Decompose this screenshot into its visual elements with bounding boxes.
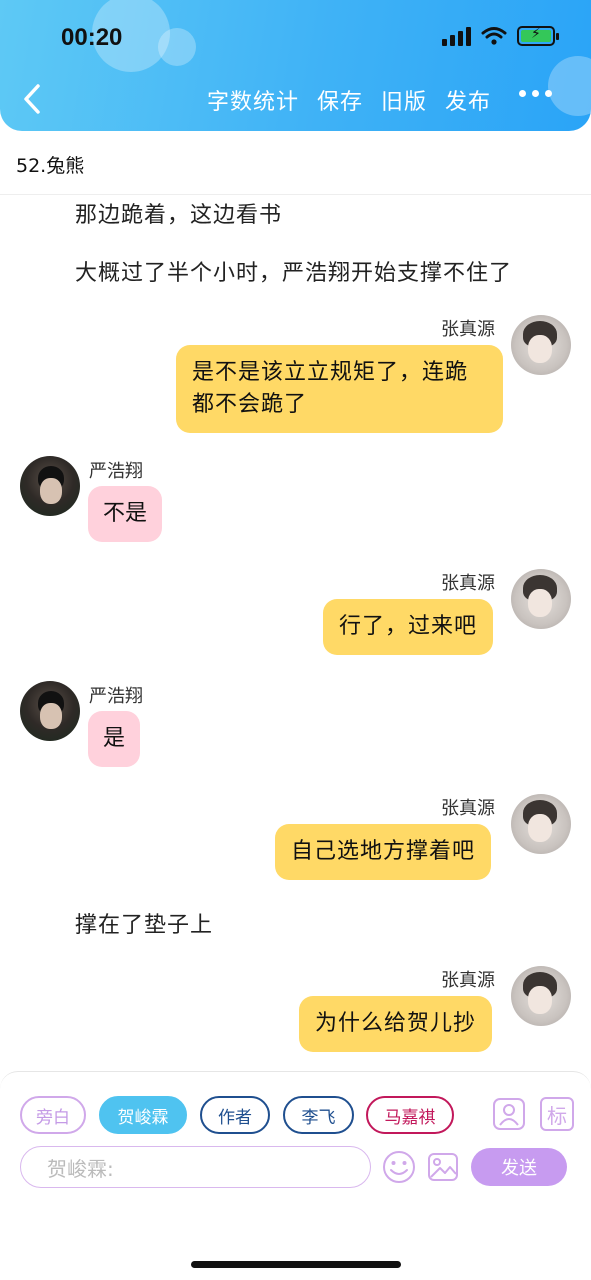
speaker-name: 张真源 — [441, 573, 495, 594]
save-button[interactable]: 保存 — [317, 84, 363, 116]
avatar[interactable] — [511, 966, 571, 1026]
decor-bubble — [548, 56, 591, 116]
message-bubble-me[interactable]: 是不是该立立规矩了，连跪 都不会跪了 — [176, 345, 503, 433]
header-actions: 字数统计 保存 旧版 发布 — [207, 84, 491, 116]
message-text: 为什么给贺儿抄 — [315, 1011, 477, 1036]
speaker-name: 张真源 — [441, 798, 495, 819]
top-bar: 00:20 ⚡ 字数统计 保存 旧版 发布 — [0, 0, 591, 131]
message-input[interactable]: 贺峻霖: — [20, 1146, 371, 1188]
send-button[interactable]: 发送 — [471, 1148, 567, 1186]
chapter-title[interactable]: 52.兔熊 — [16, 151, 84, 178]
role-selector[interactable]: 旁白 贺峻霖 作者 李飞 马嘉祺 — [20, 1096, 465, 1136]
message-text: 是不是该立立规矩了，连跪 — [192, 360, 469, 385]
message-text: 都不会跪了 — [192, 392, 308, 417]
image-icon[interactable] — [426, 1150, 460, 1184]
decor-bubble — [158, 28, 196, 66]
role-chip-label: 李飞 — [301, 1107, 336, 1128]
avatar[interactable] — [511, 315, 571, 375]
send-label: 发送 — [501, 1158, 537, 1179]
signal-icon — [442, 26, 471, 46]
narration-text[interactable]: 撑在了垫子上 — [75, 907, 213, 939]
speaker-name: 张真源 — [441, 970, 495, 991]
role-chip-label: 马嘉祺 — [384, 1107, 436, 1128]
status-time: 00:20 — [61, 24, 123, 51]
wifi-icon — [481, 27, 507, 45]
speaker-name: 严浩翔 — [89, 686, 143, 707]
home-indicator[interactable] — [191, 1261, 401, 1268]
message-text: 自己选地方撑着吧 — [291, 839, 476, 864]
mark-label: 标 — [547, 1103, 567, 1128]
role-chip-author[interactable]: 作者 — [200, 1096, 270, 1134]
message-text: 行了，过来吧 — [339, 614, 478, 639]
role-chip[interactable]: 马嘉祺 — [366, 1096, 454, 1134]
message-text: 是 — [103, 726, 126, 751]
role-chip[interactable]: 李飞 — [283, 1096, 354, 1134]
message-bubble-other[interactable]: 是 — [88, 711, 141, 767]
input-placeholder: 贺峻霖: — [47, 1156, 114, 1181]
status-icons: ⚡ — [442, 26, 559, 46]
message-bubble-me[interactable]: 为什么给贺儿抄 — [299, 996, 493, 1052]
role-chip-selected[interactable]: 贺峻霖 — [99, 1096, 187, 1134]
speaker-name: 张真源 — [441, 319, 495, 340]
role-chip-label: 贺峻霖 — [117, 1107, 169, 1128]
avatar[interactable] — [511, 794, 571, 854]
role-chip-label: 旁白 — [36, 1107, 70, 1128]
narration-text[interactable]: 大概过了半个小时，严浩翔开始支撑不住了 — [75, 255, 512, 287]
avatar[interactable] — [20, 681, 80, 741]
divider — [0, 194, 591, 195]
character-manage-icon[interactable] — [492, 1097, 526, 1131]
role-chip-label: 作者 — [218, 1107, 252, 1128]
word-count-button[interactable]: 字数统计 — [207, 84, 299, 116]
speaker-name: 严浩翔 — [89, 461, 143, 482]
publish-button[interactable]: 发布 — [445, 84, 491, 116]
back-icon[interactable] — [18, 82, 48, 116]
more-icon[interactable] — [519, 90, 552, 97]
message-bubble-other[interactable]: 不是 — [88, 486, 163, 542]
narration-text[interactable]: 那边跪着，这边看书 — [75, 197, 282, 229]
old-version-button[interactable]: 旧版 — [381, 84, 427, 116]
avatar[interactable] — [511, 569, 571, 629]
message-bubble-me[interactable]: 行了，过来吧 — [323, 599, 494, 655]
message-bubble-me[interactable]: 自己选地方撑着吧 — [275, 824, 492, 880]
role-chip-narrator[interactable]: 旁白 — [20, 1096, 86, 1134]
battery-icon: ⚡ — [517, 26, 559, 46]
avatar[interactable] — [20, 456, 80, 516]
message-text: 不是 — [103, 501, 148, 526]
mark-icon[interactable]: 标 — [540, 1097, 574, 1131]
emoji-icon[interactable] — [381, 1149, 417, 1185]
